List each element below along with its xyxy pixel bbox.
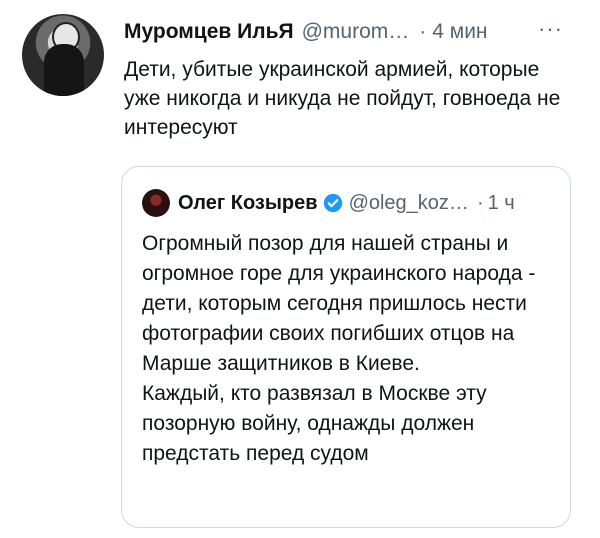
more-options-icon[interactable]: ···: [538, 16, 563, 42]
quoted-tweet-text: Огромный позор для нашей страны и огромн…: [142, 229, 552, 469]
avatar-figure: [44, 44, 84, 96]
quoted-tweet-time[interactable]: 1 ч: [488, 192, 515, 215]
tweet-header: Муромцев ИльЯ @murom… · 4 мин: [124, 18, 488, 46]
quoted-author-handle[interactable]: @oleg_koz…: [349, 192, 469, 215]
tweet-text: Дети, убитые украинской армией, которые …: [124, 58, 561, 139]
quoted-text-paragraph-1: Огромный позор для нашей страны и огромн…: [142, 232, 536, 375]
quoted-author-name[interactable]: Олег Козырев: [178, 192, 318, 215]
author-avatar[interactable]: [22, 14, 104, 96]
separator-dot: ·: [419, 20, 427, 43]
author-handle[interactable]: @murom…: [302, 20, 410, 44]
tweet-time[interactable]: 4 мин: [432, 20, 487, 44]
author-name[interactable]: Муромцев ИльЯ: [124, 20, 294, 44]
verified-badge-icon: [323, 193, 342, 213]
quoted-tweet[interactable]: Олег Козырев @oleg_koz… · 1 ч Огромный п…: [121, 166, 571, 528]
quoted-tweet-header: Олег Козырев @oleg_koz… · 1 ч: [142, 189, 515, 217]
quoted-separator-dot: ·: [476, 191, 484, 214]
quoted-text-paragraph-2: Каждый, кто развязал в Москве эту позорн…: [142, 382, 487, 465]
quoted-author-avatar[interactable]: [142, 189, 170, 217]
